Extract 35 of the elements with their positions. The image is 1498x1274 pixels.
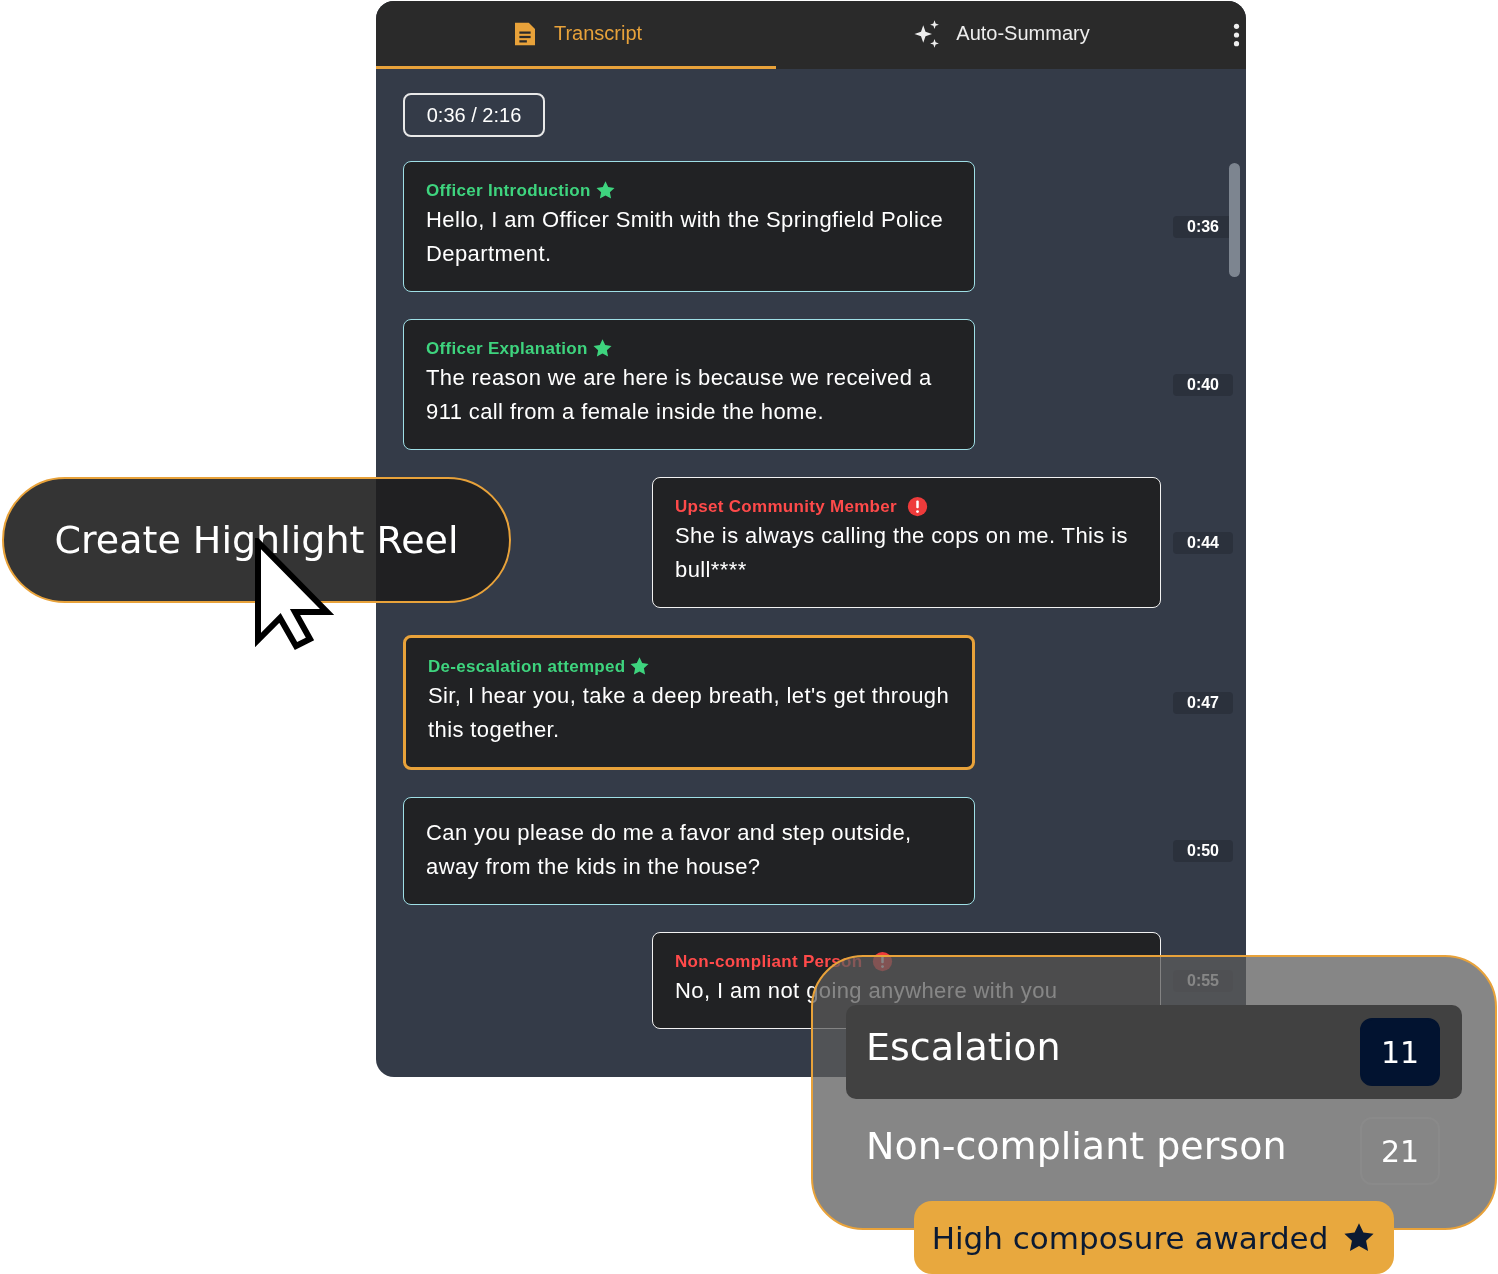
alert-icon — [906, 496, 928, 517]
playback-time: 0:36 / 2:16 — [403, 93, 545, 137]
timestamp: 0:40 — [1173, 373, 1233, 396]
message-card[interactable]: Officer Explanation The reason we are here is because we received a 911 call from a female inside the home. — [403, 319, 975, 450]
message-tag: De-escalation attemped — [428, 656, 626, 677]
count-badge: 21 — [1360, 1117, 1440, 1185]
message-card[interactable]: De-escalation attemped Sir, I hear you, take a deep breath, let's get through this together. — [403, 635, 975, 770]
message-text: She is always calling the cops on me. This is bull**** — [675, 522, 1129, 584]
message-text: Sir, I hear you, take a deep breath, let's get through this together. — [428, 682, 950, 744]
message-text: The reason we are here is because we received a 911 call from a female inside the home. — [426, 364, 933, 426]
stat-label: Non-compliant person — [866, 1124, 1287, 1168]
stat-row[interactable]: Escalation 11 — [846, 1005, 1462, 1099]
kebab-icon — [1232, 23, 1240, 47]
message-tag: Officer Explanation — [426, 338, 588, 359]
timestamp: 0:50 — [1173, 840, 1233, 862]
tab[interactable]: Transcript — [376, 1, 776, 69]
star-icon — [591, 338, 613, 359]
timestamp: 0:44 — [1173, 531, 1233, 554]
message-text: Can you please do me a favor and step outside, away from the kids in the house? — [426, 819, 913, 881]
scrollbar-thumb[interactable] — [1229, 163, 1240, 277]
message-card[interactable]: Can you please do me a favor and step outside, away from the kids in the house? — [403, 797, 975, 905]
stat-label: Escalation — [866, 1025, 1061, 1069]
message-tag: Upset Community Member — [675, 496, 897, 517]
award-label: High composure awarded — [931, 1219, 1329, 1256]
message-card[interactable]: Upset Community Member She is always calling the cops on me. This is bull**** — [652, 477, 1161, 608]
stat-row[interactable]: Non-compliant person 21 — [846, 1109, 1462, 1193]
message-card[interactable]: Officer Introduction Hello, I am Officer Smith with the Springfield Police Department. — [403, 161, 975, 292]
count-badge: 11 — [1360, 1018, 1440, 1086]
star-icon — [629, 656, 651, 677]
create-highlight-reel-button[interactable]: Create Highlight Reel — [2, 477, 511, 603]
message-tag: Officer Introduction — [426, 180, 591, 201]
timestamp: 0:47 — [1173, 691, 1233, 714]
star-icon — [594, 180, 616, 201]
message-text: Hello, I am Officer Smith with the Springfield Police Department. — [426, 206, 945, 268]
tab[interactable]: Auto-Summary — [776, 1, 1226, 69]
